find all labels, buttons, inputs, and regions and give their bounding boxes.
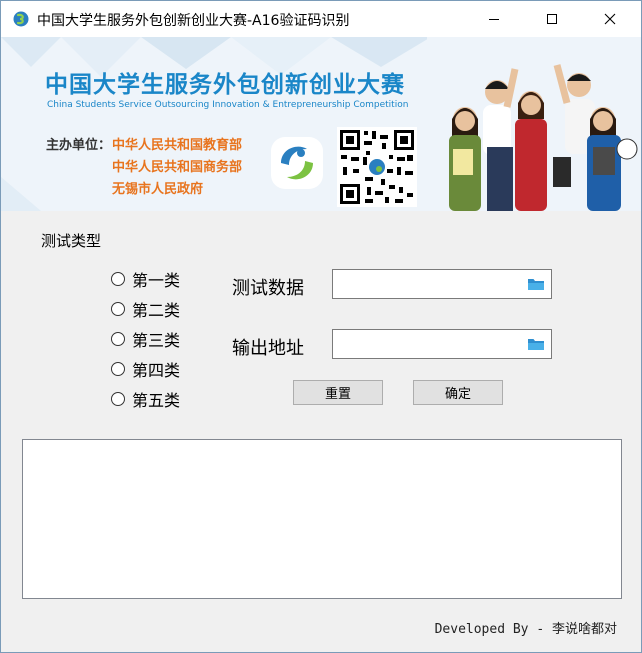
radio-type-5[interactable]: 第五类 <box>111 389 181 410</box>
confirm-button[interactable]: 确定 <box>413 380 503 405</box>
minimize-button[interactable] <box>471 1 517 37</box>
radio-type-4[interactable]: 第四类 <box>111 359 181 380</box>
test-data-field[interactable] <box>332 269 552 299</box>
title-bar[interactable]: 中国大学生服务外包创新创业大赛-A16验证码识别 <box>1 1 641 37</box>
minimize-icon <box>489 19 499 20</box>
organizer-1: 中华人民共和国教育部 <box>112 138 243 153</box>
radio-label: 第五类 <box>132 391 181 410</box>
radio-type-3[interactable]: 第三类 <box>111 329 181 350</box>
app-window: 中国大学生服务外包创新创业大赛-A16验证码识别 中国大学生服务外包创新创业大赛… <box>0 0 642 653</box>
radio-label: 第二类 <box>132 301 181 320</box>
organizer-label: 主办单位： <box>46 138 112 153</box>
folder-icon[interactable] <box>527 337 545 352</box>
radio-circle[interactable] <box>111 392 125 406</box>
competition-banner: 中国大学生服务外包创新创业大赛 China Students Service O… <box>1 37 641 211</box>
competition-logo-icon <box>271 137 323 189</box>
output-path-input[interactable] <box>337 334 527 356</box>
radio-circle[interactable] <box>111 302 125 316</box>
maximize-button[interactable] <box>529 1 575 37</box>
test-type-label: 测试类型 <box>41 232 102 250</box>
close-icon <box>604 13 616 25</box>
radio-label: 第一类 <box>132 271 181 290</box>
window-title: 中国大学生服务外包创新创业大赛-A16验证码识别 <box>37 13 350 29</box>
radio-label: 第四类 <box>132 361 181 380</box>
qr-code <box>337 127 417 207</box>
app-logo-icon <box>13 11 29 27</box>
radio-type-1[interactable]: 第一类 <box>111 269 181 290</box>
radio-circle[interactable] <box>111 362 125 376</box>
organizer-3: 无锡市人民政府 <box>112 182 204 197</box>
organizer-2: 中华人民共和国商务部 <box>112 160 243 175</box>
radio-type-2[interactable]: 第二类 <box>111 299 181 320</box>
output-textarea[interactable] <box>22 439 622 599</box>
radio-label: 第三类 <box>132 331 181 350</box>
reset-button[interactable]: 重置 <box>293 380 383 405</box>
banner-title: 中国大学生服务外包创新创业大赛 <box>45 72 405 98</box>
output-path-label: 输出地址 <box>232 338 304 359</box>
test-data-label: 测试数据 <box>232 278 304 299</box>
close-button[interactable] <box>587 1 633 37</box>
folder-icon[interactable] <box>527 277 545 292</box>
output-path-field[interactable] <box>332 329 552 359</box>
students-photo <box>427 37 641 211</box>
maximize-icon <box>547 14 557 24</box>
banner-subtitle: China Students Service Outsourcing Innov… <box>47 100 409 110</box>
test-data-input[interactable] <box>337 274 527 296</box>
radio-circle[interactable] <box>111 272 125 286</box>
radio-circle[interactable] <box>111 332 125 346</box>
developer-credit: Developed By - 李说啥都对 <box>434 622 617 637</box>
